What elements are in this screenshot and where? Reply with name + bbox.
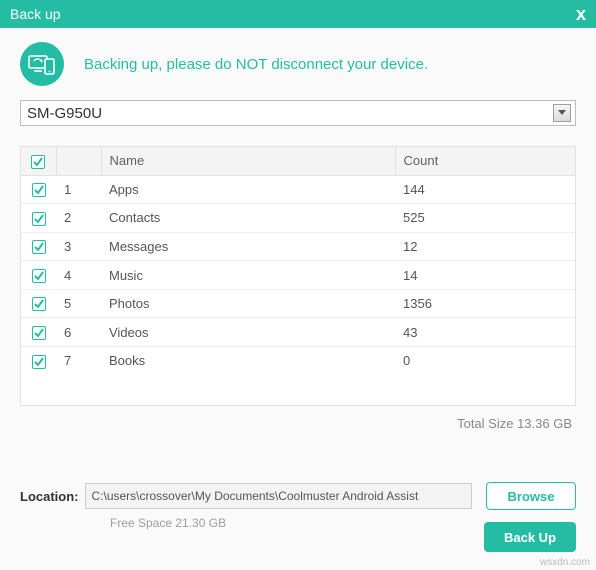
close-icon[interactable]: x	[576, 5, 586, 23]
row-index: 2	[56, 204, 101, 233]
row-name: Books	[101, 346, 395, 374]
row-count: 144	[395, 175, 575, 204]
status-text: Backing up, please do NOT disconnect you…	[84, 56, 428, 73]
watermark: wsxdn.com	[540, 557, 590, 568]
row-index: 7	[56, 346, 101, 374]
device-select[interactable]: SM-G950U	[20, 100, 576, 126]
window-title: Back up	[10, 6, 61, 22]
row-name: Videos	[101, 318, 395, 347]
row-index: 4	[56, 261, 101, 290]
row-count: 0	[395, 346, 575, 374]
row-checkbox[interactable]	[32, 326, 46, 340]
row-checkbox[interactable]	[32, 183, 46, 197]
select-all-checkbox[interactable]	[31, 155, 45, 169]
chevron-down-icon[interactable]	[553, 104, 571, 122]
row-checkbox[interactable]	[32, 240, 46, 254]
device-sync-icon	[20, 42, 64, 86]
table-row[interactable]: 4Music14	[21, 261, 575, 290]
row-index: 5	[56, 289, 101, 318]
header-name[interactable]: Name	[101, 147, 395, 175]
row-name: Music	[101, 261, 395, 290]
location-label: Location:	[20, 489, 79, 504]
table-row[interactable]: 7Books0	[21, 346, 575, 374]
table-row[interactable]: 5Photos1356	[21, 289, 575, 318]
row-checkbox[interactable]	[32, 297, 46, 311]
row-count: 525	[395, 204, 575, 233]
location-row: Location: C:\users\crossover\My Document…	[20, 482, 576, 510]
row-checkbox[interactable]	[32, 269, 46, 283]
row-name: Apps	[101, 175, 395, 204]
backup-items-table: Name Count 1Apps1442Contacts5253Messages…	[20, 146, 576, 406]
backup-button[interactable]: Back Up	[484, 522, 576, 552]
row-count: 12	[395, 232, 575, 261]
row-name: Photos	[101, 289, 395, 318]
status-banner: Backing up, please do NOT disconnect you…	[20, 42, 576, 86]
content-area: Backing up, please do NOT disconnect you…	[0, 28, 596, 431]
row-count: 14	[395, 261, 575, 290]
table-row[interactable]: 1Apps144	[21, 175, 575, 204]
row-checkbox[interactable]	[32, 355, 46, 369]
browse-button[interactable]: Browse	[486, 482, 576, 510]
row-checkbox[interactable]	[32, 212, 46, 226]
row-index: 1	[56, 175, 101, 204]
header-count[interactable]: Count	[395, 147, 575, 175]
backup-window: Back up x Backing up, please do NOT disc…	[0, 0, 596, 570]
table-header-row: Name Count	[21, 147, 575, 175]
row-name: Messages	[101, 232, 395, 261]
total-size-label: Total Size 13.36 GB	[20, 416, 572, 431]
row-index: 3	[56, 232, 101, 261]
table-row[interactable]: 3Messages12	[21, 232, 575, 261]
table-row[interactable]: 6Videos43	[21, 318, 575, 347]
location-path-input[interactable]: C:\users\crossover\My Documents\Coolmust…	[85, 483, 473, 509]
row-count: 43	[395, 318, 575, 347]
row-index: 6	[56, 318, 101, 347]
free-space-label: Free Space 21.30 GB	[110, 516, 226, 530]
titlebar: Back up x	[0, 0, 596, 28]
device-select-value: SM-G950U	[27, 105, 102, 122]
table-row[interactable]: 2Contacts525	[21, 204, 575, 233]
row-name: Contacts	[101, 204, 395, 233]
row-count: 1356	[395, 289, 575, 318]
